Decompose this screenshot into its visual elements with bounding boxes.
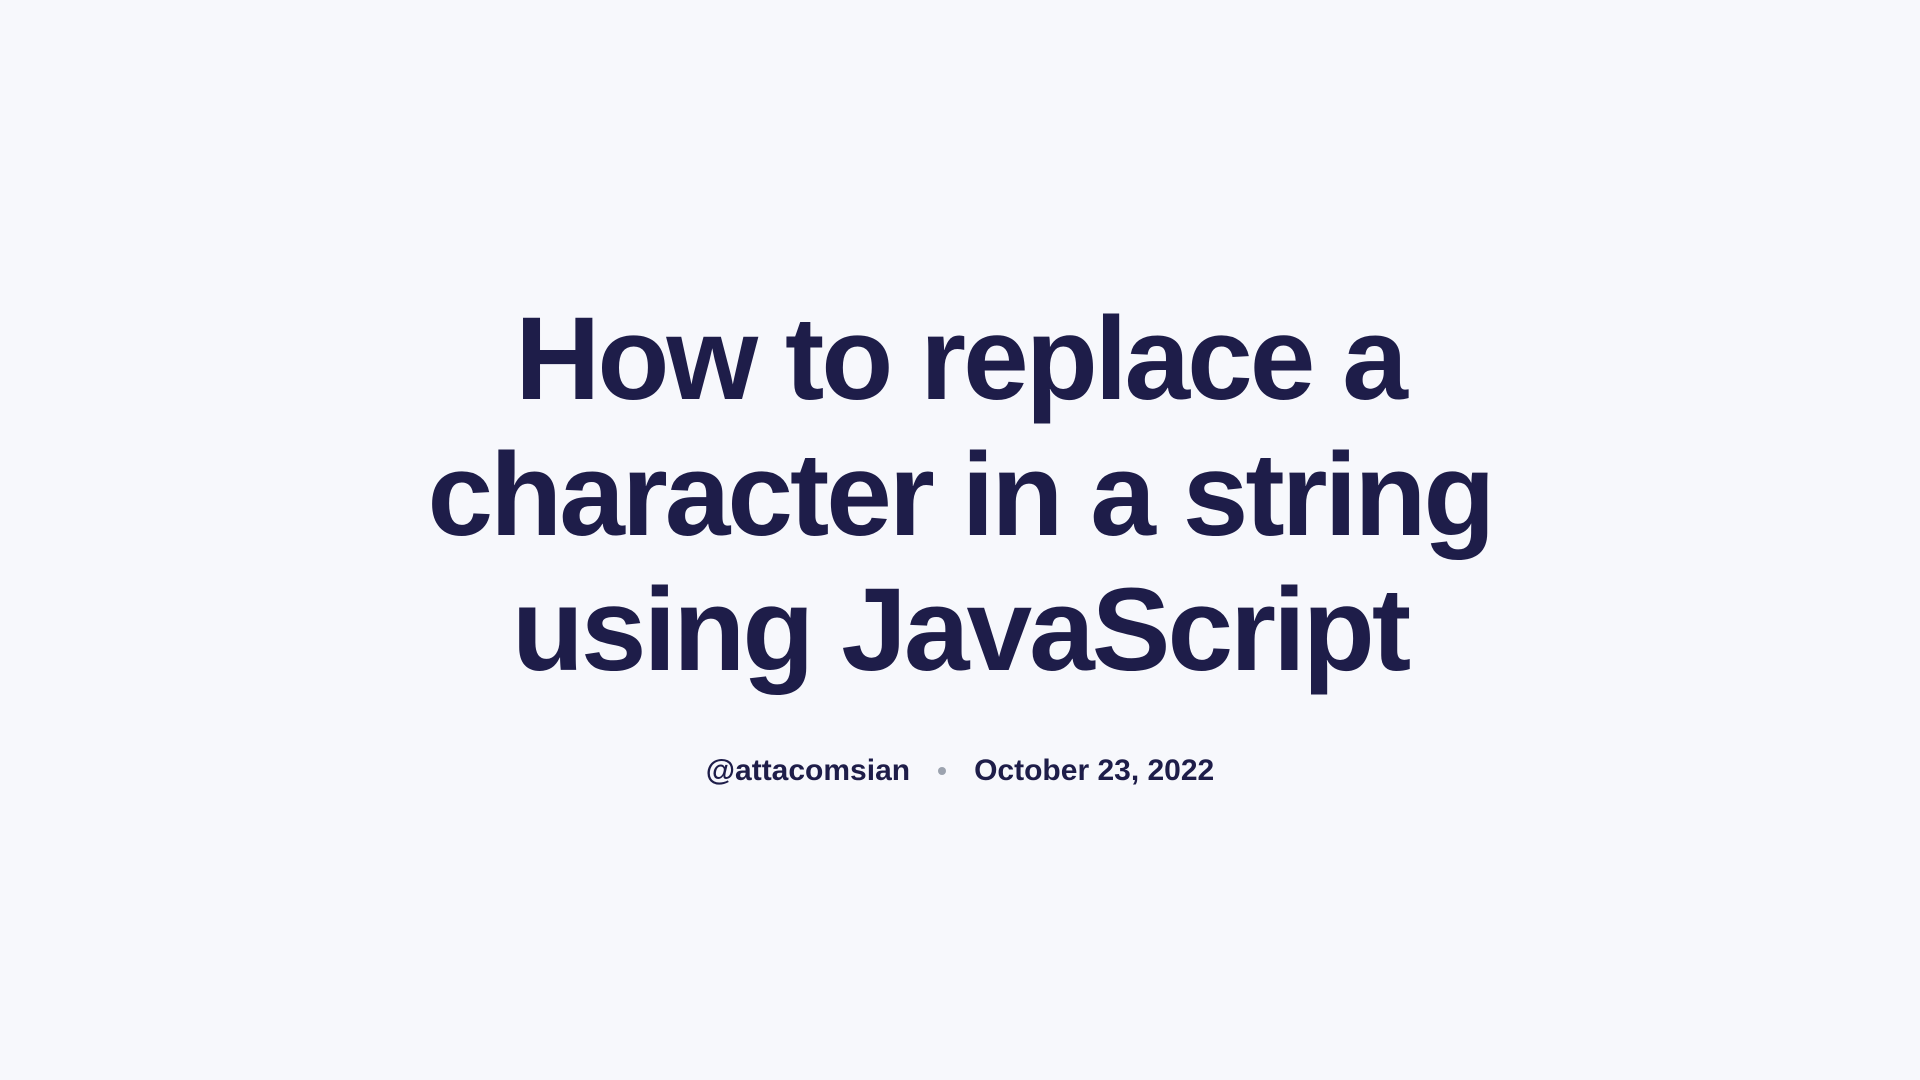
article-author: @attacomsian	[706, 754, 910, 788]
article-header: How to replace a character in a string u…	[360, 292, 1560, 788]
article-title: How to replace a character in a string u…	[360, 292, 1560, 699]
separator-dot-icon	[938, 767, 946, 775]
article-meta: @attacomsian October 23, 2022	[706, 754, 1214, 788]
article-date: October 23, 2022	[974, 754, 1214, 788]
